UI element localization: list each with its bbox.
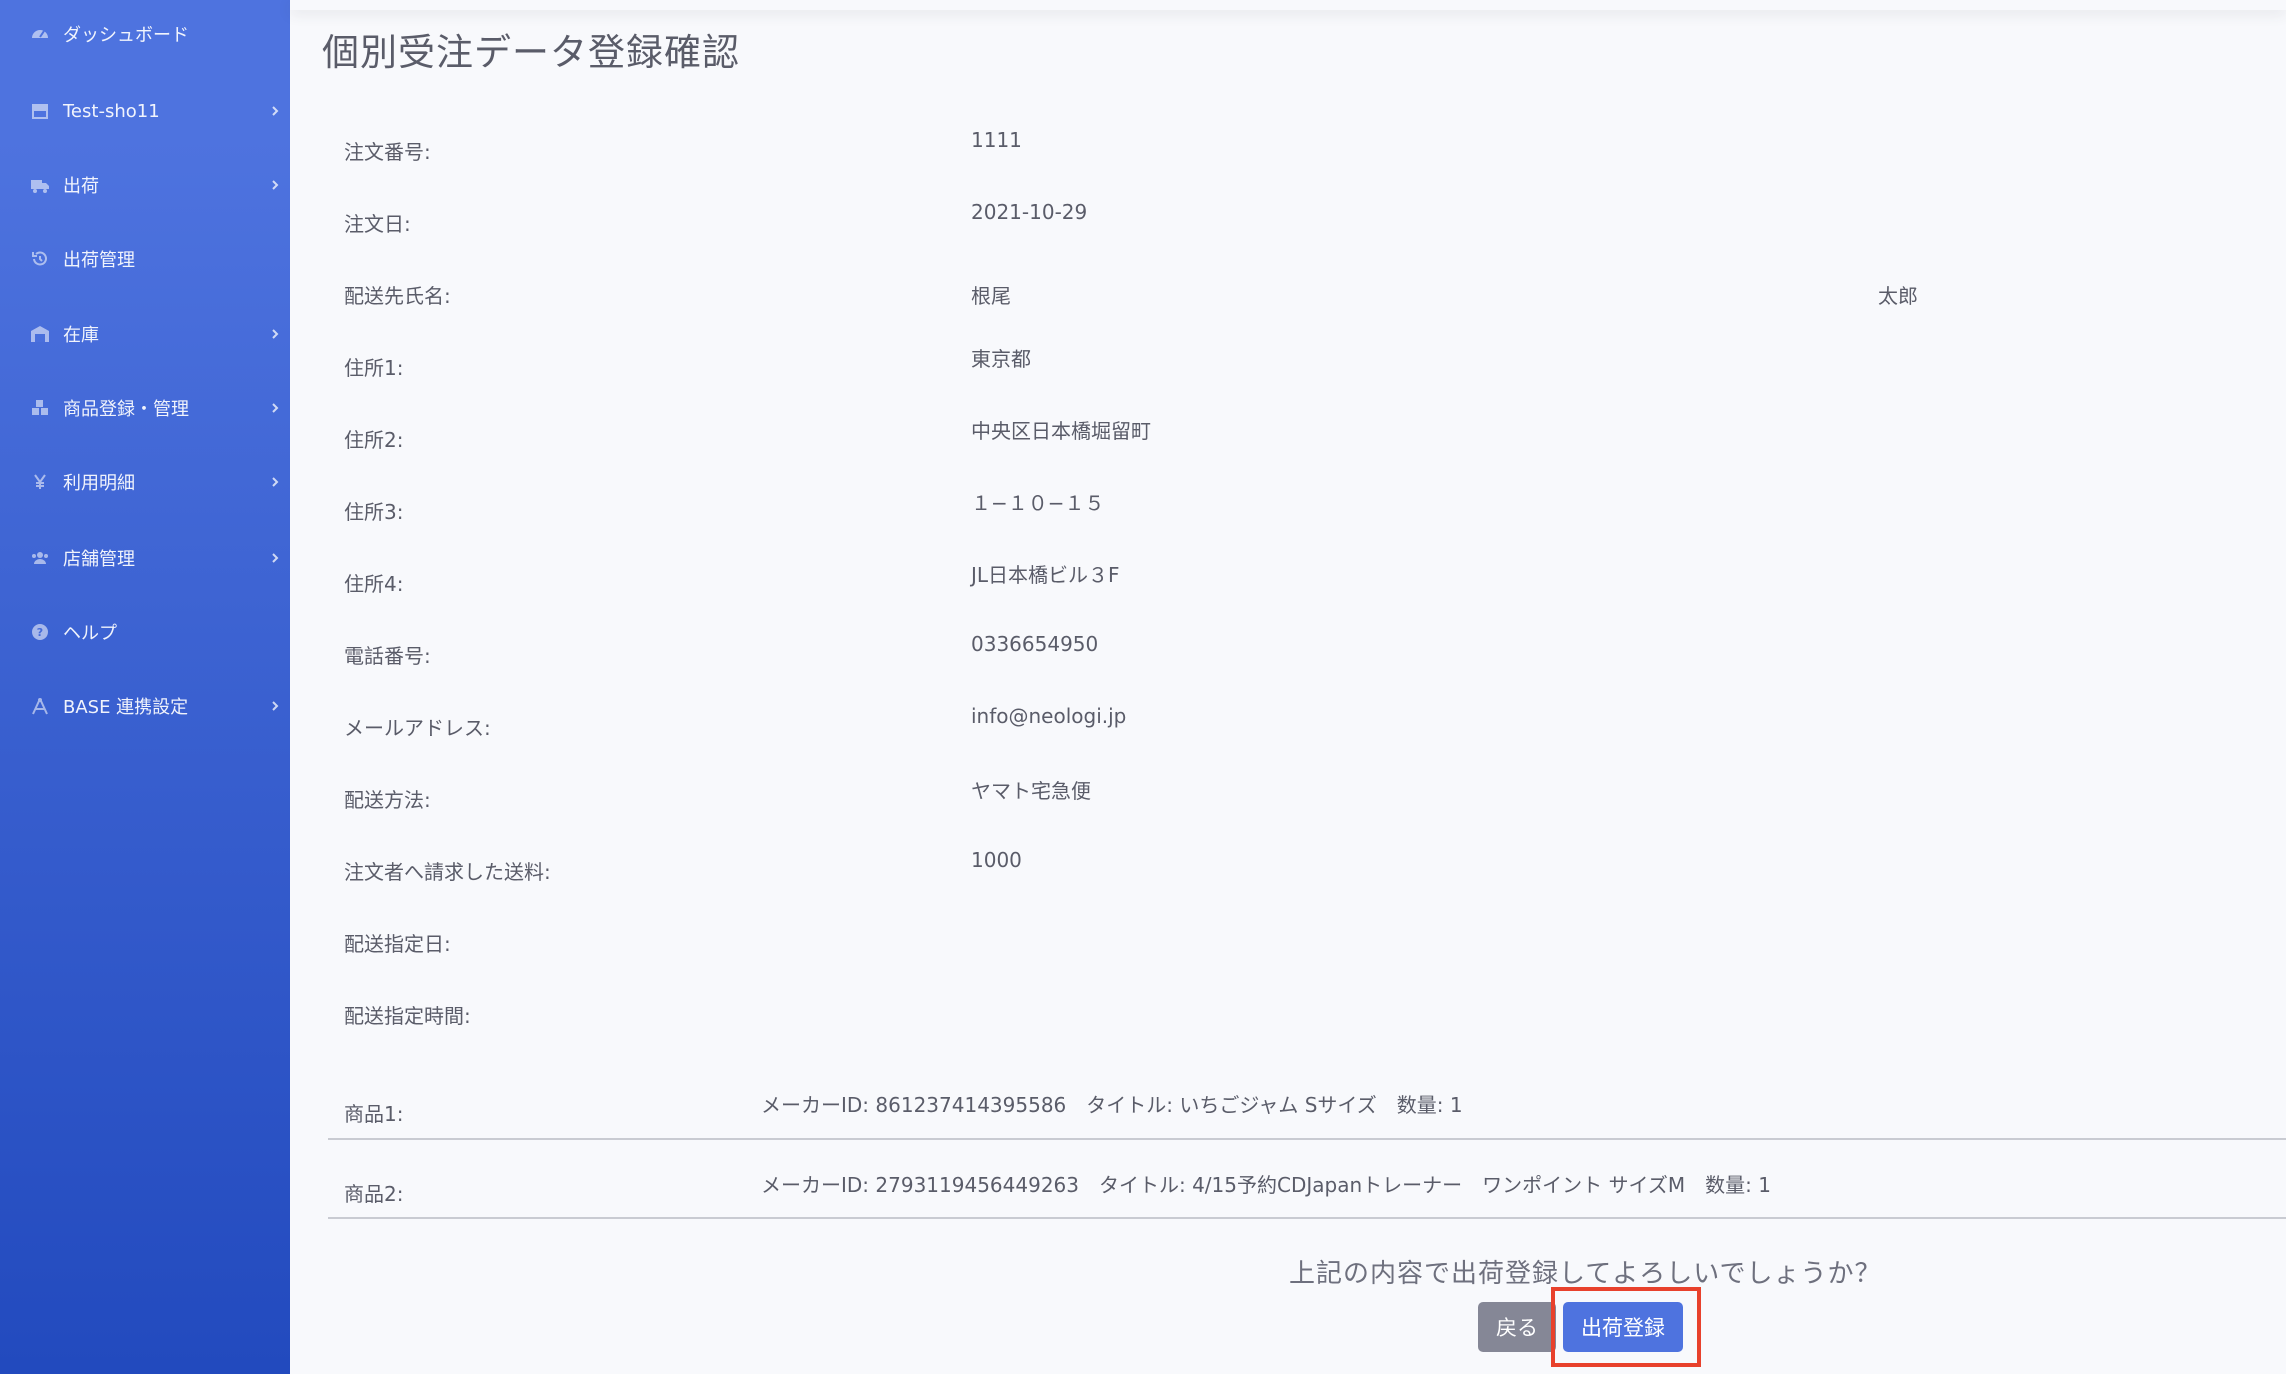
delivery-time-label: 配送指定時間: — [344, 1004, 471, 1028]
highlight-box — [1551, 1287, 1701, 1367]
sidebar: ダッシュボード Test-sho11 出荷 出荷管理 在庫 商品登録・管理 利用… — [0, 0, 290, 1374]
chevron-right-icon — [272, 180, 279, 190]
sidebar-item-inventory[interactable]: 在庫 — [0, 304, 290, 364]
boxes-icon — [29, 397, 51, 419]
order-number-value: 1111 — [971, 128, 1022, 152]
sidebar-item-label: 在庫 — [63, 325, 99, 346]
order-number-label: 注文番号: — [344, 140, 431, 164]
recipient-label: 配送先氏名: — [344, 284, 451, 308]
delivery-date-label: 配送指定日: — [344, 932, 451, 956]
address1-value: 東京都 — [971, 347, 1031, 371]
svg-text:?: ? — [37, 626, 43, 639]
chevron-right-icon — [272, 106, 279, 116]
chevron-right-icon — [272, 329, 279, 339]
back-button[interactable]: 戻る — [1478, 1302, 1556, 1352]
sidebar-item-label: ヘルプ — [63, 623, 117, 644]
address4-value: JL日本橋ビル３F — [971, 563, 1120, 587]
address2-value: 中央区日本橋堀留町 — [971, 419, 1151, 443]
address1-label: 住所1: — [344, 356, 404, 380]
product-1-detail: メーカーID: 861237414395586 タイトル: いちごジャム Sサイ… — [761, 1093, 1463, 1117]
chevron-right-icon — [272, 403, 279, 413]
address3-label: 住所3: — [344, 500, 404, 524]
users-icon — [29, 547, 51, 569]
order-date-label: 注文日: — [344, 212, 411, 236]
page-title: 個別受注データ登録確認 — [322, 31, 740, 74]
store-icon — [29, 100, 51, 122]
sidebar-item-label: 利用明細 — [63, 473, 135, 494]
divider — [328, 1138, 2286, 1140]
address4-label: 住所4: — [344, 572, 404, 596]
dashboard-icon — [29, 23, 51, 45]
sidebar-item-shipping-management[interactable]: 出荷管理 — [0, 229, 290, 289]
product-2-label: 商品2: — [344, 1182, 404, 1206]
sidebar-item-test-sho11[interactable]: Test-sho11 — [0, 81, 290, 141]
sidebar-item-base-settings[interactable]: BASE 連携設定 — [0, 676, 290, 736]
order-date-value: 2021-10-29 — [971, 200, 1088, 224]
phone-label: 電話番号: — [344, 644, 431, 668]
sidebar-item-label: BASE 連携設定 — [63, 697, 189, 718]
recipient-first-name: 太郎 — [1878, 284, 1918, 308]
shipping-fee-value: 1000 — [971, 848, 1022, 872]
sidebar-item-shipping[interactable]: 出荷 — [0, 155, 290, 215]
chevron-right-icon — [272, 477, 279, 487]
sidebar-item-label: 商品登録・管理 — [63, 399, 189, 420]
product-1-label: 商品1: — [344, 1102, 404, 1126]
sidebar-item-label: Test-sho11 — [63, 100, 160, 122]
confirm-question: 上記の内容で出荷登録してよろしいでしょうか？ — [1289, 1259, 1882, 1289]
sidebar-item-help[interactable]: ? ヘルプ — [0, 602, 290, 662]
shipping-fee-label: 注文者へ請求した送料: — [344, 860, 551, 884]
sidebar-item-store-management[interactable]: 店舗管理 — [0, 528, 290, 588]
sidebar-item-product-management[interactable]: 商品登録・管理 — [0, 378, 290, 438]
product-2-detail: メーカーID: 2793119456449263 タイトル: 4/15予約CDJ… — [761, 1173, 1771, 1197]
sidebar-item-label: 出荷 — [63, 176, 99, 197]
sidebar-item-label: 店舗管理 — [63, 549, 135, 570]
yen-icon — [29, 471, 51, 493]
warehouse-icon — [29, 323, 51, 345]
sidebar-item-dashboard[interactable]: ダッシュボード — [0, 4, 290, 64]
question-circle-icon: ? — [29, 621, 51, 643]
topbar-shadow — [290, 0, 2286, 10]
shipping-method-label: 配送方法: — [344, 788, 431, 812]
chevron-right-icon — [272, 553, 279, 563]
divider — [328, 1217, 2286, 1219]
phone-value: 0336654950 — [971, 632, 1099, 656]
sidebar-item-label: 出荷管理 — [63, 250, 135, 271]
address3-value: １−１０−１５ — [971, 491, 1105, 515]
drafting-compass-icon — [29, 695, 51, 717]
shipping-method-value: ヤマト宅急便 — [971, 779, 1091, 803]
email-label: メールアドレス: — [344, 716, 491, 740]
chevron-right-icon — [272, 701, 279, 711]
history-icon — [29, 248, 51, 270]
recipient-last-name: 根尾 — [971, 284, 1011, 308]
email-value: info@neologi.jp — [971, 704, 1127, 728]
sidebar-item-label: ダッシュボード — [63, 25, 189, 46]
sidebar-item-usage-statement[interactable]: 利用明細 — [0, 452, 290, 512]
address2-label: 住所2: — [344, 428, 404, 452]
truck-icon — [29, 174, 51, 196]
